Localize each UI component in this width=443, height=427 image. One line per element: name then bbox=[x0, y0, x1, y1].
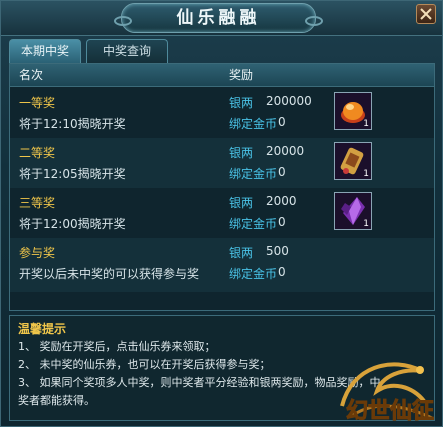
bound-gold-label: 绑定金币 bbox=[229, 267, 278, 281]
silver-value: 20000 bbox=[266, 144, 305, 158]
prize-name: 二等奖 bbox=[19, 146, 56, 160]
close-icon bbox=[420, 8, 432, 20]
draw-time: 将于12:05揭晓开奖 bbox=[19, 167, 126, 181]
tip-line: 3、 如果同个奖项多人中奖，则中奖者平分经验和银两奖励，物品奖励，中 bbox=[18, 376, 381, 389]
tip-line: 奖者都能获得。 bbox=[18, 394, 95, 407]
prize-name: 三等奖 bbox=[19, 196, 56, 210]
silver-label: 银两 bbox=[229, 196, 254, 210]
silver-value: 500 bbox=[266, 244, 289, 258]
title-plaque: 仙乐融融 bbox=[114, 3, 323, 33]
bound-gold-value: 0 bbox=[278, 115, 286, 129]
silver-value: 2000 bbox=[266, 194, 297, 208]
tip-line: 2、 未中奖的仙乐券，也可以在开奖后获得参与奖； bbox=[18, 358, 271, 371]
table-row: 三等奖 将于12:00揭晓开奖 银两 2000 绑定金币 0 1 bbox=[10, 188, 434, 238]
prize-table: 名次 奖励 一等奖 将于12:10揭晓开奖 银两 200000 绑定金币 0 1… bbox=[9, 63, 435, 311]
bound-gold-label: 绑定金币 bbox=[229, 167, 278, 181]
draw-time: 将于12:00揭晓开奖 bbox=[19, 217, 126, 231]
lottery-window: 仙乐融融 本期中奖 中奖查询 名次 奖励 一等奖 将于12:10揭晓开奖 银两 … bbox=[0, 0, 443, 427]
column-header-rank: 名次 bbox=[19, 68, 44, 82]
item-count: 1 bbox=[363, 219, 369, 229]
reward-item-slot[interactable]: 1 bbox=[334, 192, 372, 230]
prize-name: 一等奖 bbox=[19, 96, 56, 110]
item-count: 1 bbox=[363, 119, 369, 129]
silver-value: 200000 bbox=[266, 94, 312, 108]
bound-gold-value: 0 bbox=[278, 215, 286, 229]
draw-time: 将于12:10揭晓开奖 bbox=[19, 117, 126, 131]
table-row: 一等奖 将于12:10揭晓开奖 银两 200000 绑定金币 0 1 bbox=[10, 88, 434, 138]
prize-name: 参与奖 bbox=[19, 246, 56, 260]
tips-title: 温馨提示 bbox=[18, 322, 67, 336]
table-row: 二等奖 将于12:05揭晓开奖 银两 20000 绑定金币 0 1 bbox=[10, 138, 434, 188]
bound-gold-value: 0 bbox=[278, 165, 286, 179]
reward-item-slot[interactable]: 1 bbox=[334, 92, 372, 130]
tab-winner-query[interactable]: 中奖查询 bbox=[86, 39, 168, 63]
logo-text: 幻世仙征 bbox=[346, 398, 434, 424]
tab-current-winners[interactable]: 本期中奖 bbox=[9, 39, 81, 63]
title-bar: 仙乐融融 bbox=[1, 1, 442, 36]
game-logo: 幻世仙征 bbox=[332, 346, 442, 426]
window-title: 仙乐融融 bbox=[176, 8, 261, 28]
silver-label: 银两 bbox=[229, 96, 254, 110]
tip-line: 1、 奖励在开奖后，点击仙乐券来领取； bbox=[18, 340, 216, 353]
silver-label: 银两 bbox=[229, 146, 254, 160]
item-count: 1 bbox=[363, 169, 369, 179]
bound-gold-label: 绑定金币 bbox=[229, 217, 278, 231]
bound-gold-label: 绑定金币 bbox=[229, 117, 278, 131]
draw-time: 开奖以后未中奖的可以获得参与奖 bbox=[19, 267, 200, 281]
table-row: 参与奖 开奖以后未中奖的可以获得参与奖 银两 500 绑定金币 0 bbox=[10, 238, 434, 292]
right-ornament-icon bbox=[305, 16, 323, 26]
column-header-reward: 奖励 bbox=[229, 68, 254, 82]
silver-label: 银两 bbox=[229, 246, 254, 260]
reward-item-slot[interactable]: 1 bbox=[334, 142, 372, 180]
table-header: 名次 奖励 bbox=[10, 64, 434, 87]
bound-gold-value: 0 bbox=[278, 265, 286, 279]
close-button[interactable] bbox=[416, 4, 436, 24]
dragon-logo-icon: 幻世仙征 bbox=[340, 362, 435, 425]
